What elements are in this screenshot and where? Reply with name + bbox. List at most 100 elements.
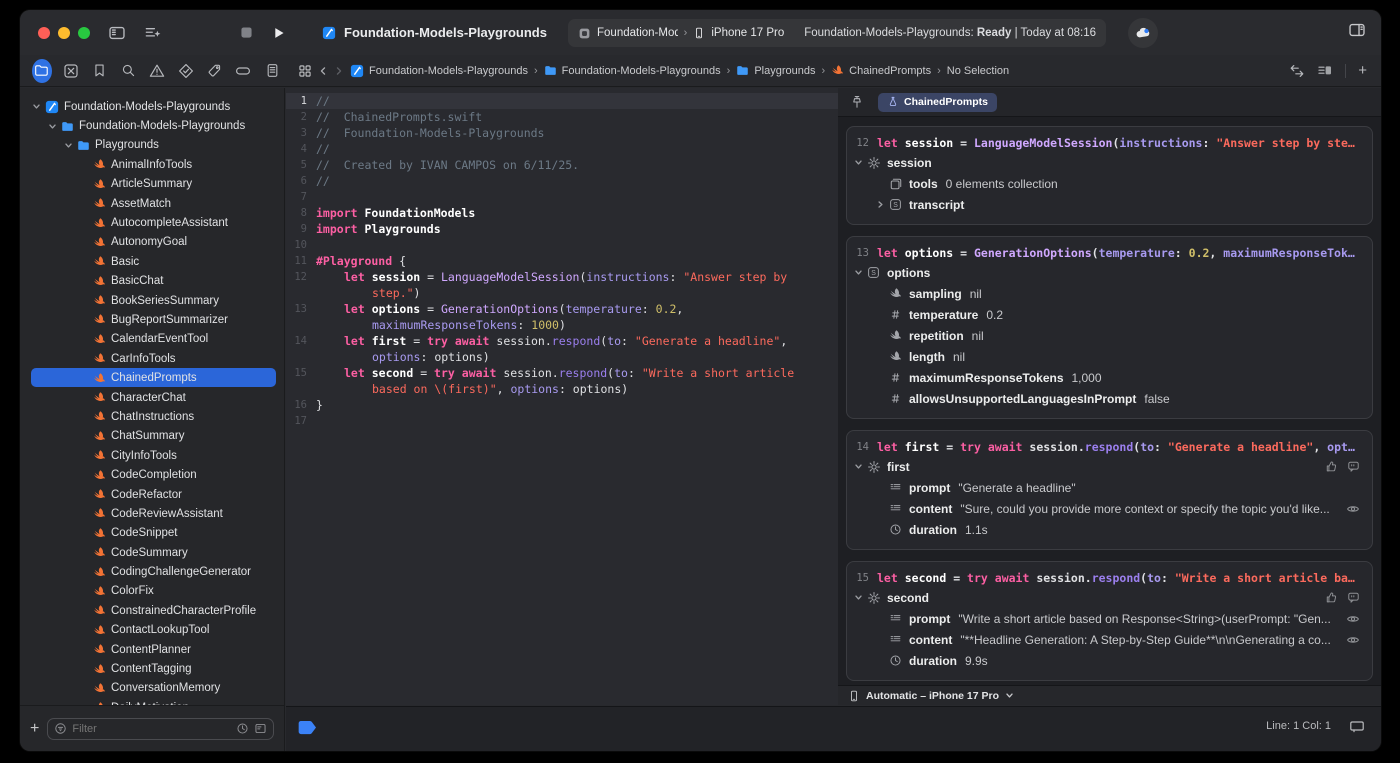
code-line-2[interactable]: 2 // ChainedPrompts.swift	[286, 109, 838, 125]
navigator-tab-tests[interactable]	[176, 59, 196, 83]
sidebar-item-ArticleSummary[interactable]: ArticleSummary	[20, 175, 284, 194]
canvas-device-bar[interactable]: Automatic – iPhone 17 Pro	[838, 685, 1381, 705]
disclosure-chevron-icon[interactable]	[873, 200, 887, 209]
sidebar-item-Foundation-Models-Playgrounds[interactable]: Foundation-Models-Playgrounds	[20, 97, 284, 116]
sidebar-item-ChainedPrompts[interactable]: ChainedPrompts	[20, 368, 284, 387]
code-line-7[interactable]: 7	[286, 189, 838, 205]
quote-icon[interactable]	[1347, 591, 1360, 604]
sidebar-item-CodingChallengeGenerator[interactable]: CodingChallengeGenerator	[20, 562, 284, 581]
sidebar-item-CarInfoTools[interactable]: CarInfoTools	[20, 349, 284, 368]
result-row-content[interactable]: content "Sure, could you provide more co…	[851, 498, 1362, 519]
source-editor[interactable]: 1 // 2 // ChainedPrompts.swift 3 // Foun…	[286, 88, 838, 705]
sidebar-item-ConstrainedCharacterProfile[interactable]: ConstrainedCharacterProfile	[20, 601, 284, 620]
sidebar-item-AssetMatch[interactable]: AssetMatch	[20, 194, 284, 213]
sidebar-item-ChatSummary[interactable]: ChatSummary	[20, 427, 284, 446]
filter-input[interactable]	[72, 722, 231, 735]
result-row-first[interactable]: first	[851, 456, 1362, 477]
minimize-window-button[interactable]	[58, 26, 70, 39]
filter-field[interactable]	[47, 717, 274, 740]
scheme-bar[interactable]: Foundation-Models-Playgr › iPhone 17 Pro…	[568, 19, 1106, 47]
result-row-duration[interactable]: duration 9.9s	[851, 650, 1362, 671]
navigator-tab-find[interactable]	[118, 59, 138, 83]
add-file-button[interactable]: +	[30, 720, 39, 738]
navigator-tab-bookmarks[interactable]	[90, 59, 110, 83]
breadcrumb-item[interactable]: No Selection	[947, 65, 1009, 77]
navigator-tab-reports[interactable]	[262, 59, 282, 83]
run-button[interactable]	[272, 26, 286, 40]
toggle-navigator-icon[interactable]	[108, 24, 126, 42]
editor-display-icon[interactable]	[1349, 718, 1365, 734]
sidebar-item-BugReportSummarizer[interactable]: BugReportSummarizer	[20, 310, 284, 329]
disclosure-chevron-icon[interactable]	[851, 158, 865, 167]
result-row-transcript[interactable]: S transcript	[851, 194, 1362, 215]
disclosure-chevron-icon[interactable]	[851, 268, 865, 277]
jump-bar[interactable]: Foundation-Models-Playgrounds › Foundation…	[298, 64, 1289, 78]
back-chevron-icon[interactable]	[318, 66, 328, 76]
stop-button[interactable]	[239, 25, 254, 40]
result-row-options[interactable]: S options	[851, 262, 1362, 283]
sidebar-item-CalendarEventTool[interactable]: CalendarEventTool	[20, 330, 284, 349]
pin-icon[interactable]	[850, 95, 864, 109]
code-line-wrap[interactable]: maximumResponseTokens: 1000)	[286, 317, 838, 333]
editor-options-icon[interactable]	[1317, 63, 1333, 79]
navigator-tab-source-control[interactable]	[61, 59, 81, 83]
disclosure-chevron-icon[interactable]	[30, 102, 42, 111]
add-editor-icon[interactable]: +	[1358, 62, 1367, 79]
breadcrumb-item[interactable]: Playgrounds	[736, 64, 815, 77]
sidebar-item-CodeRefactor[interactable]: CodeRefactor	[20, 485, 284, 504]
related-items-grid-icon[interactable]	[298, 64, 312, 78]
result-row-prompt[interactable]: prompt "Write a short article based on R…	[851, 608, 1362, 629]
thumb-icon[interactable]	[1325, 591, 1338, 604]
result-row-repetition[interactable]: repetition nil	[851, 325, 1362, 346]
playground-result-tab[interactable]: ChainedPrompts	[878, 92, 998, 112]
sidebar-item-Basic[interactable]: Basic	[20, 252, 284, 271]
code-line-13[interactable]: 13 let options = GenerationOptions(tempe…	[286, 301, 838, 317]
code-line-11[interactable]: 11 #Playground {	[286, 253, 838, 269]
result-row-duration[interactable]: duration 1.1s	[851, 519, 1362, 540]
breadcrumb-item[interactable]: Foundation-Models-Playgrounds	[544, 64, 721, 77]
result-row-maximumResponseTokens[interactable]: maximumResponseTokens 1,000	[851, 367, 1362, 388]
sidebar-item-DailyMotivation[interactable]: DailyMotivation	[20, 698, 284, 705]
result-row-session[interactable]: session	[851, 152, 1362, 173]
result-row-allowsUnsupportedLanguagesInPrompt[interactable]: allowsUnsupportedLanguagesInPrompt false	[851, 388, 1362, 409]
sidebar-item-CharacterChat[interactable]: CharacterChat	[20, 388, 284, 407]
sidebar-item-AutonomyGoal[interactable]: AutonomyGoal	[20, 233, 284, 252]
sidebar-item-ContactLookupTool[interactable]: ContactLookupTool	[20, 621, 284, 640]
result-row-prompt[interactable]: prompt "Generate a headline"	[851, 477, 1362, 498]
sidebar-item-CodeSnippet[interactable]: CodeSnippet	[20, 524, 284, 543]
scheme-name[interactable]: Foundation-Models-Playgr	[597, 27, 678, 39]
sidebar-item-ChatInstructions[interactable]: ChatInstructions	[20, 407, 284, 426]
sidebar-item-Playgrounds[interactable]: Playgrounds	[20, 136, 284, 155]
code-line-17[interactable]: 17	[286, 413, 838, 429]
sidebar-item-ContentPlanner[interactable]: ContentPlanner	[20, 640, 284, 659]
navigator-tab-breakpoints[interactable]	[233, 59, 253, 83]
breadcrumb-item[interactable]: Foundation-Models-Playgrounds	[350, 64, 528, 78]
result-row-length[interactable]: length nil	[851, 346, 1362, 367]
result-row-content[interactable]: content "**Headline Generation: A Step-b…	[851, 629, 1362, 650]
sidebar-item-AutocompleteAssistant[interactable]: AutocompleteAssistant	[20, 213, 284, 232]
sidebar-item-BookSeriesSummary[interactable]: BookSeriesSummary	[20, 291, 284, 310]
recent-files-clock-icon[interactable]	[236, 722, 249, 735]
sidebar-item-BasicChat[interactable]: BasicChat	[20, 272, 284, 291]
eye-icon[interactable]	[1346, 612, 1360, 626]
navigator-tab-project[interactable]	[32, 58, 52, 83]
sidebar-item-ContentTagging[interactable]: ContentTagging	[20, 659, 284, 678]
eye-icon[interactable]	[1346, 633, 1360, 647]
sidebar-item-Foundation-Models-Playgrounds[interactable]: Foundation-Models-Playgrounds	[20, 116, 284, 135]
disclosure-chevron-icon[interactable]	[851, 593, 865, 602]
code-line-wrap[interactable]: step.")	[286, 285, 838, 301]
forward-chevron-icon[interactable]	[334, 66, 344, 76]
sidebar-item-CityInfoTools[interactable]: CityInfoTools	[20, 446, 284, 465]
source-control-status-icon[interactable]	[254, 722, 267, 735]
disclosure-chevron-icon[interactable]	[62, 141, 74, 150]
code-line-12[interactable]: 12 let session = LanguageModelSession(in…	[286, 269, 838, 285]
run-destination[interactable]: iPhone 17 Pro	[711, 27, 784, 39]
code-line-9[interactable]: 9 import Playgrounds	[286, 221, 838, 237]
eye-icon[interactable]	[1346, 502, 1360, 516]
writing-tools-icon[interactable]	[144, 24, 161, 41]
sidebar-item-CodeCompletion[interactable]: CodeCompletion	[20, 465, 284, 484]
sidebar-item-CodeSummary[interactable]: CodeSummary	[20, 543, 284, 562]
result-row-tools[interactable]: tools 0 elements collection	[851, 173, 1362, 194]
code-line-15[interactable]: 15 let second = try await session.respon…	[286, 365, 838, 381]
code-line-14[interactable]: 14 let first = try await session.respond…	[286, 333, 838, 349]
